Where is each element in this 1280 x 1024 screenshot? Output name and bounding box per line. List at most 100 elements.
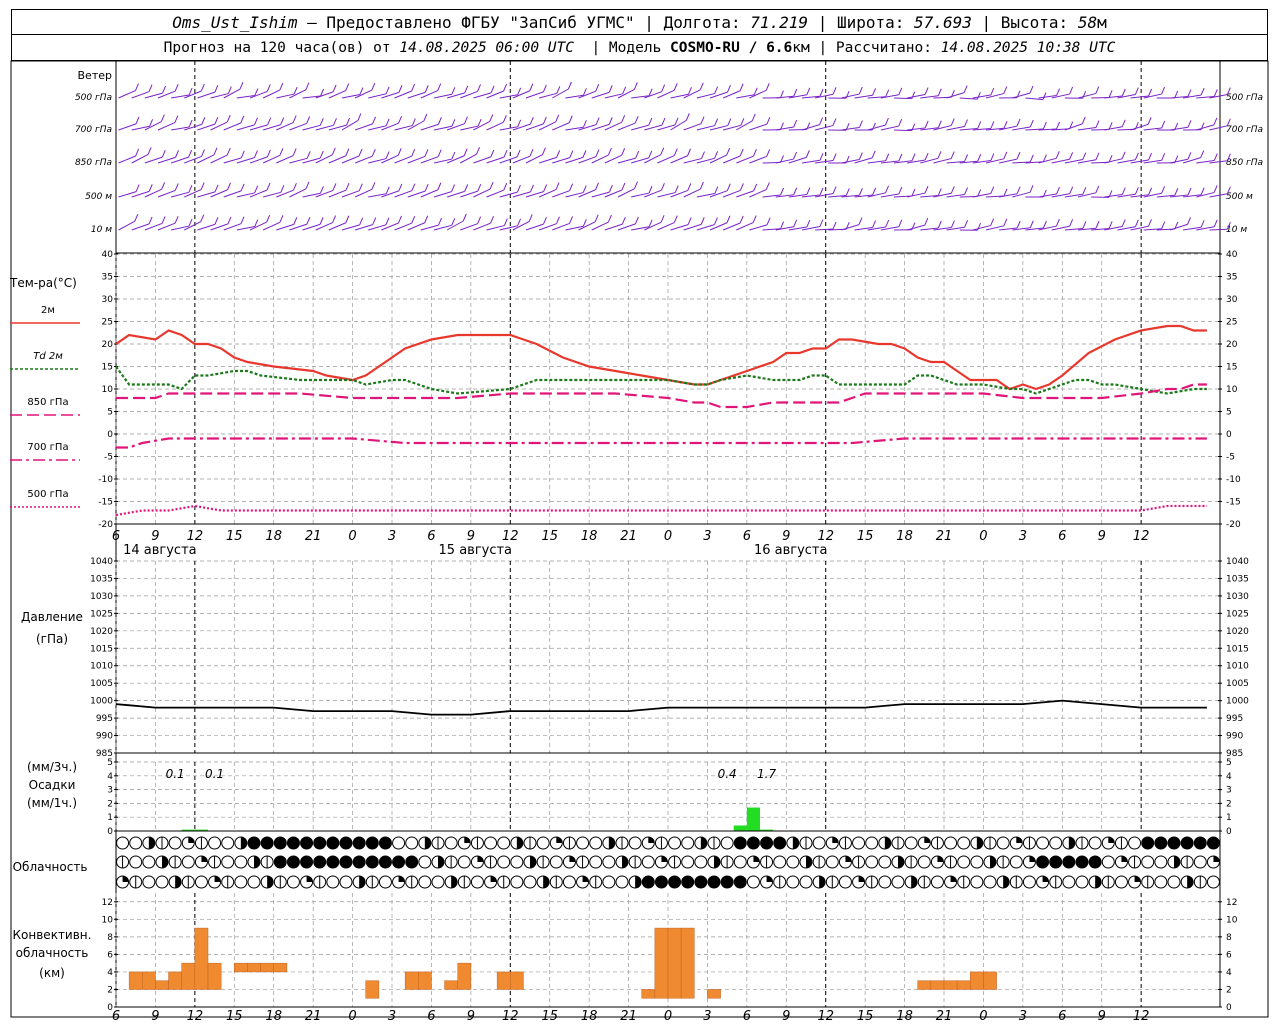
wind-barb bbox=[946, 187, 969, 198]
barb-shaft bbox=[1077, 93, 1096, 99]
cloud-symbol bbox=[1075, 836, 1089, 850]
barb-feather bbox=[254, 219, 259, 227]
barb-feather bbox=[227, 86, 232, 94]
cloud-half bbox=[438, 856, 444, 868]
wind-barb bbox=[1143, 120, 1166, 131]
conv-bar bbox=[496, 971, 511, 990]
cloud-symbol bbox=[247, 836, 261, 850]
barb-feather bbox=[253, 150, 258, 158]
pressure-right-tick: 1020 bbox=[1226, 627, 1249, 637]
barb-feather bbox=[464, 184, 469, 192]
barb-shaft bbox=[1182, 157, 1201, 164]
wind-barb bbox=[1064, 116, 1086, 131]
cloud-symbol bbox=[746, 836, 760, 850]
barb-feather bbox=[858, 152, 863, 160]
barb-shaft bbox=[210, 189, 228, 198]
barb-feather bbox=[1161, 221, 1166, 229]
wind-barb bbox=[433, 218, 456, 231]
barb-feather bbox=[489, 181, 494, 190]
cloud-symbol bbox=[1206, 855, 1220, 869]
cloud-symbol bbox=[707, 875, 721, 889]
cloud-circle bbox=[681, 855, 695, 869]
wind-barb bbox=[1038, 186, 1060, 198]
barb-feather bbox=[462, 213, 467, 222]
cloud-quarter bbox=[648, 837, 655, 843]
wind-barb bbox=[801, 117, 824, 131]
barb-shaft bbox=[538, 121, 556, 131]
barb-feather bbox=[1200, 187, 1205, 195]
barb-feather bbox=[1213, 219, 1218, 227]
wind-barb bbox=[867, 219, 890, 231]
wind-barb bbox=[670, 87, 692, 99]
barb-shaft bbox=[131, 153, 149, 164]
temp-series-line bbox=[115, 504, 1207, 517]
wind-barb bbox=[486, 183, 508, 198]
conv-right-tick: 0 bbox=[1226, 1003, 1232, 1013]
cloud-symbol bbox=[996, 855, 1010, 869]
barb-feather bbox=[793, 151, 798, 160]
barb-feather bbox=[240, 150, 245, 159]
x-hour-tick: 9 bbox=[467, 1009, 475, 1024]
wind-level-label-right: 700 гПа bbox=[1226, 125, 1263, 135]
barb-shaft bbox=[657, 222, 675, 231]
cloud-half bbox=[267, 876, 274, 888]
barb-feather bbox=[385, 217, 390, 226]
wind-barb bbox=[775, 119, 798, 131]
x-hour-tick: 9 bbox=[782, 1009, 790, 1024]
cloud-symbol bbox=[1049, 855, 1063, 869]
wind-level-label: 850 гПа bbox=[75, 158, 112, 168]
cloud-fill bbox=[248, 837, 260, 849]
barb-shaft bbox=[328, 90, 346, 99]
barb-feather bbox=[1055, 151, 1060, 159]
barb-feather bbox=[832, 186, 837, 194]
barb-feather bbox=[765, 182, 770, 190]
barb-feather bbox=[490, 149, 495, 158]
barb-feather bbox=[1095, 185, 1100, 194]
cloud-symbol bbox=[1193, 855, 1207, 869]
cloud-symbol bbox=[720, 836, 734, 850]
barb-shaft bbox=[1209, 193, 1228, 198]
cloud-quarter bbox=[490, 876, 497, 882]
cloud-symbol bbox=[694, 836, 708, 850]
barb-shaft bbox=[473, 120, 491, 131]
barb-feather bbox=[595, 117, 600, 125]
cloud-symbol bbox=[181, 855, 195, 869]
barb-feather bbox=[1108, 90, 1113, 98]
wind-title: Ветер bbox=[78, 69, 112, 82]
cloud-symbol bbox=[589, 875, 603, 889]
barb-feather bbox=[135, 148, 140, 157]
cloud-symbol bbox=[444, 855, 458, 869]
barb-feather bbox=[1069, 152, 1074, 160]
barb-shaft bbox=[1130, 123, 1149, 131]
cloud-symbol bbox=[983, 836, 997, 850]
conv-left-tick: 12 bbox=[102, 898, 113, 908]
wind-barb bbox=[249, 182, 271, 198]
barb-feather bbox=[634, 216, 639, 225]
cloud-symbol bbox=[628, 855, 642, 869]
cloud-symbol bbox=[865, 875, 879, 889]
wind-barb bbox=[1012, 119, 1034, 131]
cloud-symbol bbox=[957, 836, 971, 850]
barb-shaft bbox=[354, 89, 373, 99]
cloud-symbol bbox=[116, 855, 130, 869]
wind-barb bbox=[289, 216, 311, 231]
conv-bar bbox=[667, 927, 682, 999]
x-hour-tick: 0 bbox=[664, 1009, 672, 1024]
cloud-symbol bbox=[549, 855, 563, 869]
cloud-quarter bbox=[398, 876, 405, 882]
barb-feather bbox=[357, 113, 362, 121]
wind-barb bbox=[1169, 120, 1192, 131]
cloud-circle bbox=[444, 836, 458, 850]
barb-feather bbox=[819, 219, 824, 227]
wind-barb bbox=[157, 84, 179, 99]
cloud-symbol bbox=[576, 836, 590, 850]
cloud-symbol bbox=[484, 855, 498, 869]
cloud-circle bbox=[510, 855, 524, 869]
cloud-symbol bbox=[1128, 875, 1142, 889]
cloud-symbol bbox=[339, 875, 353, 889]
barb-feather bbox=[266, 182, 271, 191]
x-hour-tick: 12 bbox=[502, 529, 519, 544]
barb-feather bbox=[543, 184, 548, 192]
barb-shaft bbox=[289, 122, 307, 131]
barb-feather bbox=[621, 115, 626, 123]
